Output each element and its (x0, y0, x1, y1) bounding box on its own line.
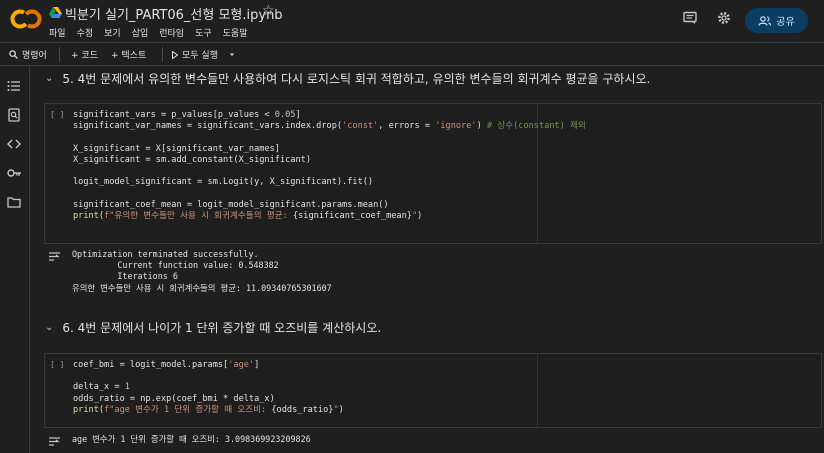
code-cell[interactable]: [ ] significant_vars = p_values[p_values… (44, 103, 822, 244)
commands-button[interactable]: 명령어 (9, 48, 47, 61)
output-text: Optimization terminated successfully. Cu… (72, 249, 332, 294)
run-cell-button[interactable]: [ ] (50, 360, 64, 369)
menu-tools[interactable]: 도구 (195, 26, 212, 39)
run-all-label: 모두 실행 (182, 51, 218, 61)
run-cell-button[interactable]: [ ] (50, 110, 64, 119)
play-icon (172, 50, 178, 59)
chevron-down-icon[interactable]: ⌄ (45, 73, 53, 84)
menu-view[interactable]: 보기 (104, 26, 121, 39)
cell-output: age 변수가 1 단위 증가할 때 오즈비: 3.09836992320982… (44, 434, 822, 448)
output-line: Current function value: 0.548382 (72, 260, 279, 271)
toolbar-divider (162, 47, 163, 62)
code-editor[interactable]: coef_bmi = logit_model.params['age'] del… (73, 360, 344, 416)
output-text: age 변수가 1 단위 증가할 때 오즈비: 3.09836992320982… (72, 434, 311, 445)
header: 빅분기 실기_PART06_선형 모형.ipynb ☆ 파일 수정 보기 삽입 … (0, 0, 824, 42)
toolbar: 명령어 + 코드 + 텍스트 모두 실행 (0, 42, 824, 66)
comment-icon[interactable] (683, 11, 697, 25)
output-line: age 변수가 1 단위 증가할 때 오즈비: 3.09836992320982… (72, 434, 311, 444)
gear-icon[interactable] (717, 11, 731, 25)
drive-icon[interactable] (49, 7, 62, 19)
find-icon[interactable] (7, 108, 21, 122)
toc-icon[interactable] (7, 80, 21, 92)
commands-label: 명령어 (22, 51, 47, 61)
share-person-icon (758, 15, 772, 26)
code-editor[interactable]: significant_vars = p_values[p_values < 0… (73, 110, 586, 222)
add-code-button[interactable]: + 코드 (71, 48, 98, 61)
add-text-label: + 텍스트 (111, 51, 147, 61)
share-button[interactable]: 공유 (745, 8, 808, 33)
search-icon (9, 50, 18, 59)
star-icon[interactable]: ☆ (262, 3, 275, 19)
folder-icon[interactable] (7, 196, 21, 208)
chevron-down-icon[interactable] (222, 51, 236, 59)
chevron-down-icon[interactable]: ⌄ (45, 322, 53, 333)
output-icon[interactable] (48, 251, 61, 262)
menu-file[interactable]: 파일 (49, 26, 66, 39)
menu-runtime[interactable]: 런타임 (159, 26, 184, 39)
menu-insert[interactable]: 삽입 (132, 26, 149, 39)
toolbar-divider (59, 47, 60, 62)
colab-logo[interactable] (10, 8, 42, 30)
key-icon[interactable] (7, 168, 22, 178)
add-text-button[interactable]: + 텍스트 (111, 48, 146, 61)
menu-help[interactable]: 도움말 (223, 26, 248, 39)
output-line: Optimization terminated successfully. (72, 249, 259, 259)
output-line: 유의한 변수들만 사용 시 회귀계수들의 평균: 11.093407653016… (72, 282, 332, 293)
section-heading[interactable]: ⌄ 5. 4번 문제에서 유의한 변수들만 사용하여 다시 로지스틱 회귀 적합… (45, 70, 650, 87)
notebook-title[interactable]: 빅분기 실기_PART06_선형 모형.ipynb (65, 4, 283, 23)
notebook-main: ⌄ 5. 4번 문제에서 유의한 변수들만 사용하여 다시 로지스틱 회귀 적합… (31, 66, 824, 453)
share-label: 공유 (776, 17, 795, 28)
section5-title: 5. 4번 문제에서 유의한 변수들만 사용하여 다시 로지스틱 회귀 적합하고… (62, 72, 651, 86)
menu-edit[interactable]: 수정 (77, 26, 94, 39)
run-all-button[interactable]: 모두 실행 (172, 48, 236, 61)
menu-bar: 파일 수정 보기 삽입 런타임 도구 도움말 (49, 26, 259, 39)
add-code-label: + 코드 (71, 51, 98, 61)
left-sidebar (0, 66, 30, 453)
section-heading[interactable]: ⌄ 6. 4번 문제에서 나이가 1 단위 증가할 때 오즈비를 계산하시오. (45, 319, 381, 336)
output-line: Iterations 6 (72, 271, 178, 282)
section6-title: 6. 4번 문제에서 나이가 1 단위 증가할 때 오즈비를 계산하시오. (62, 321, 382, 335)
line-length-guide (537, 354, 538, 427)
output-icon[interactable] (48, 436, 61, 447)
code-cell[interactable]: [ ] coef_bmi = logit_model.params['age']… (44, 353, 822, 428)
cell-output: Optimization terminated successfully. Cu… (44, 249, 822, 297)
code-icon[interactable] (7, 138, 21, 150)
